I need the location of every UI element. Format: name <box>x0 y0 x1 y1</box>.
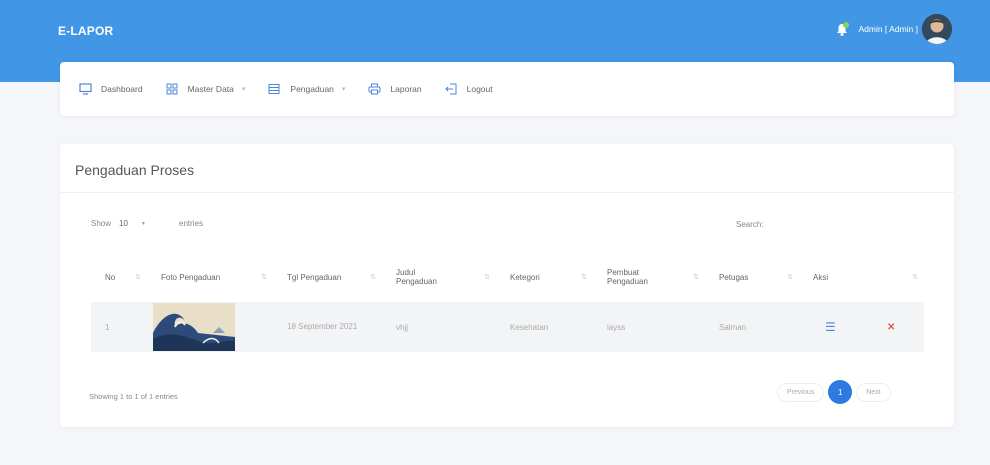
chevron-down-icon: ▾ <box>241 85 246 93</box>
cell-no: 1 <box>91 302 147 352</box>
nav-label: Dashboard <box>101 84 143 94</box>
avatar[interactable] <box>922 14 952 44</box>
user-name[interactable]: Admin [ Admin ] <box>858 24 918 34</box>
search-control: Search: <box>736 214 928 234</box>
cell-aksi: ☰ <box>799 302 877 352</box>
sort-icon: ⇅ <box>787 274 793 281</box>
sort-icon: ⇅ <box>135 274 141 281</box>
nav-label: Master Data <box>187 84 234 94</box>
complaints-table: No ⇅ Foto Pengaduan ⇅ Tgl Pengaduan ⇅ Judul… <box>91 252 924 352</box>
nav-label: Logout <box>466 84 493 94</box>
previous-button[interactable]: Previous <box>777 382 825 402</box>
cell-extra: ✕ <box>877 302 924 352</box>
cell-pembuat: layss <box>593 302 705 352</box>
search-label: Search: <box>736 219 764 229</box>
table-row: 1 18 September 2021 vhjj Kesehatan layss… <box>91 302 924 352</box>
nav-label: Laporan <box>390 84 422 94</box>
cell-petugas: Salman <box>705 302 799 352</box>
column-header-no[interactable]: No ⇅ <box>91 252 147 302</box>
grid-icon <box>165 82 179 96</box>
complaint-photo[interactable] <box>153 303 235 351</box>
delete-icon[interactable]: ✕ <box>887 322 895 333</box>
column-header-extra[interactable]: ⇅ <box>877 252 924 302</box>
main-navbar: Dashboard Master Data ▾ Pengaduan ▾ Lapo… <box>60 62 954 116</box>
entries-select-value: 10 <box>119 219 128 228</box>
user-menu[interactable]: Admin [ Admin ] <box>834 14 952 44</box>
cell-foto <box>147 302 273 352</box>
sort-icon: ⇅ <box>261 274 267 281</box>
next-button[interactable]: Next <box>856 382 891 402</box>
sort-icon: ⇅ <box>581 274 587 281</box>
sort-icon: ⇅ <box>370 274 376 281</box>
show-label: Show <box>91 219 112 228</box>
printer-icon <box>367 82 381 96</box>
sort-icon: ⇅ <box>484 274 490 281</box>
list-icon <box>267 82 281 96</box>
monitor-icon <box>78 82 92 96</box>
column-header-pembuat[interactable]: Pembuat Pengaduan ⇅ <box>593 252 705 302</box>
cell-judul: vhjj <box>382 302 496 352</box>
column-header-petugas[interactable]: Petugas ⇅ <box>705 252 799 302</box>
search-input[interactable] <box>767 214 928 234</box>
brand-logo[interactable]: E-LAPOR <box>58 24 113 38</box>
divider <box>60 192 954 193</box>
edit-icon[interactable]: ☰ <box>825 320 836 334</box>
sort-icon: ⇅ <box>912 274 918 281</box>
pagination: Previous 1 Next <box>777 380 891 404</box>
column-header-judul[interactable]: Judul Pengaduan ⇅ <box>382 252 496 302</box>
nav-laporan[interactable]: Laporan <box>367 82 422 96</box>
page-1-button[interactable]: 1 <box>828 380 853 404</box>
sort-icon: ⇅ <box>693 274 699 281</box>
cell-tgl: 18 September 2021 <box>273 302 382 352</box>
entries-label: entries <box>179 219 204 228</box>
nav-pengaduan[interactable]: Pengaduan ▾ <box>267 82 345 96</box>
nav-logout[interactable]: Logout <box>444 82 493 96</box>
notification-icon[interactable] <box>834 21 850 37</box>
nav-label: Pengaduan <box>290 84 334 94</box>
pengaduan-proses-card: Pengaduan Proses Show 10 ▾ entries Searc… <box>60 144 954 427</box>
chevron-down-icon: ▾ <box>141 221 145 227</box>
page-title: Pengaduan Proses <box>75 162 195 178</box>
entries-select[interactable]: 10 ▾ <box>119 219 171 228</box>
table-header-row: No ⇅ Foto Pengaduan ⇅ Tgl Pengaduan ⇅ Judul… <box>91 252 924 302</box>
chevron-down-icon: ▾ <box>341 85 346 93</box>
nav-master-data[interactable]: Master Data ▾ <box>165 82 246 96</box>
logout-icon <box>444 82 458 96</box>
nav-dashboard[interactable]: Dashboard <box>78 82 143 96</box>
column-header-foto[interactable]: Foto Pengaduan ⇅ <box>147 252 273 302</box>
entries-length-control: Show 10 ▾ entries <box>91 219 203 228</box>
table-info: Showing 1 to 1 of 1 entries <box>89 392 178 401</box>
cell-kategori: Kesehatan <box>496 302 593 352</box>
column-header-tgl[interactable]: Tgl Pengaduan ⇅ <box>273 252 382 302</box>
column-header-aksi: Aksi <box>813 272 829 282</box>
column-header-kategori[interactable]: Ketegori ⇅ <box>496 252 593 302</box>
